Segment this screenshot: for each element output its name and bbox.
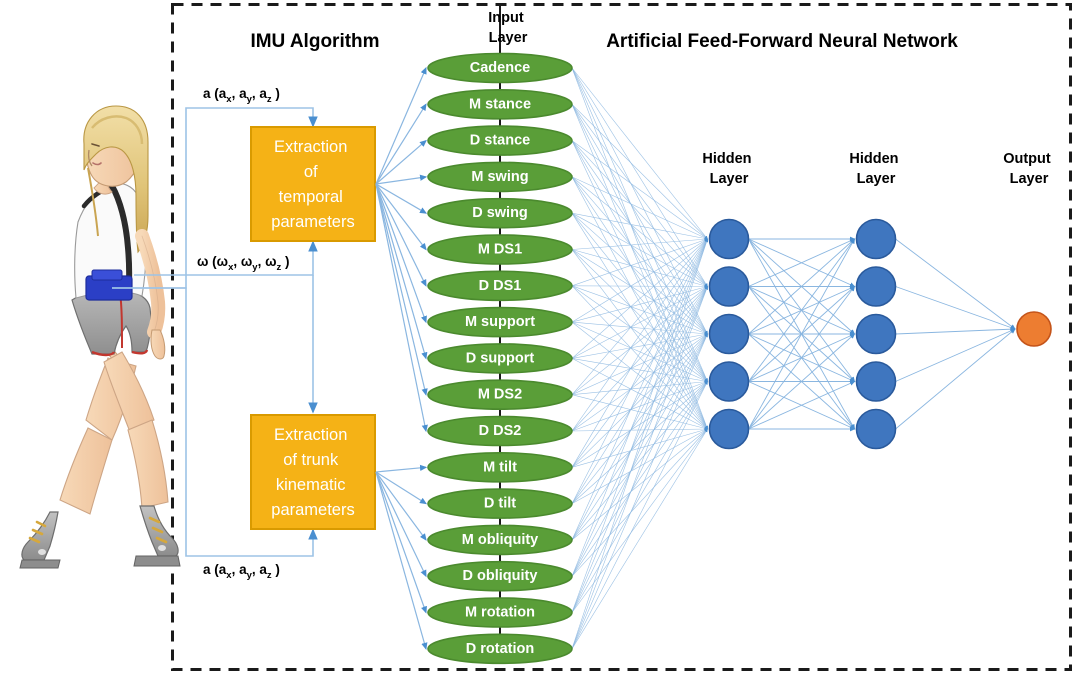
input-node-label: D tilt: [484, 496, 516, 512]
figure-canvas: IMU Algorithm Artificial Feed-Forward Ne…: [0, 0, 1084, 676]
edges-hidden1-to-hidden2: [748, 236, 856, 432]
input-node-label: D DS2: [479, 423, 522, 439]
input-node[interactable]: D swing: [427, 197, 573, 229]
input-node[interactable]: M stance: [427, 89, 573, 120]
input-node[interactable]: D stance: [427, 125, 573, 156]
input-node[interactable]: M support: [427, 306, 573, 338]
signal-label-accel-top: a (ax, ay, az ): [203, 86, 280, 105]
input-node[interactable]: Cadence: [427, 52, 573, 84]
input-node[interactable]: M swing: [427, 161, 573, 193]
input-node[interactable]: D rotation: [427, 633, 573, 665]
hidden-layer-1-node[interactable]: [708, 266, 750, 307]
svg-text:a (ax, ay, az ): a (ax, ay, az ): [203, 562, 280, 581]
input-node-label: M tilt: [483, 459, 517, 475]
input-node-label: M swing: [471, 169, 528, 185]
input-node-label: D rotation: [466, 641, 534, 657]
processing-box-temporal[interactable]: Extraction of temporal parameters: [250, 126, 376, 242]
hidden-layer-2-node[interactable]: [855, 266, 897, 307]
input-node[interactable]: D obliquity: [427, 560, 573, 592]
input-node-label: D DS1: [479, 278, 522, 294]
input-node-label: D obliquity: [463, 568, 538, 584]
edges-box-to-input: [375, 66, 428, 650]
hidden-layer-2-node[interactable]: [855, 218, 897, 260]
heading-imu-algorithm: IMU Algorithm: [250, 31, 379, 52]
output-node[interactable]: [1016, 311, 1052, 347]
input-node-label: D support: [466, 350, 535, 366]
input-node-label: Cadence: [470, 60, 530, 76]
edges-input-to-hidden1: [571, 67, 709, 649]
figure-border: [171, 3, 1072, 671]
signal-label-gyro: ω (ωx, ωy, ωz ): [197, 254, 289, 273]
input-node[interactable]: D DS2: [427, 415, 573, 447]
input-node[interactable]: M rotation: [427, 597, 573, 628]
label-hidden-layer-2: Hidden Layer: [849, 151, 902, 187]
input-node[interactable]: D support: [427, 343, 573, 374]
input-node[interactable]: D tilt: [427, 488, 573, 519]
svg-text:a (ax, ay, az ): a (ax, ay, az ): [203, 86, 280, 105]
processing-box-trunk[interactable]: Extraction of trunk kinematic parameters: [250, 414, 376, 530]
hidden-layer-1-node[interactable]: [708, 218, 750, 260]
input-node[interactable]: M obliquity: [427, 524, 573, 556]
heading-network: Artificial Feed-Forward Neural Network: [606, 31, 958, 52]
input-node-label: M DS1: [478, 242, 522, 258]
hidden-layer-1-node[interactable]: [708, 313, 750, 355]
hidden-layer-1-node[interactable]: [708, 408, 750, 450]
input-node-label: M obliquity: [462, 532, 539, 548]
signal-label-accel-bottom: a (ax, ay, az ): [203, 562, 280, 581]
neural-network-diagram: IMU Algorithm Artificial Feed-Forward Ne…: [19, 3, 1072, 671]
hidden-layer-2-node[interactable]: [855, 361, 897, 402]
hidden-layer-1-nodes: [708, 218, 750, 450]
walking-person-illustration: [19, 105, 181, 569]
input-node-label: D stance: [470, 133, 530, 149]
hidden-layer-2-nodes: [855, 218, 897, 450]
output-layer-nodes: [1016, 311, 1052, 347]
input-node-label: M stance: [469, 96, 531, 112]
input-node[interactable]: D DS1: [427, 270, 573, 302]
input-node-label: M rotation: [465, 605, 535, 621]
input-node[interactable]: M tilt: [427, 451, 573, 483]
label-hidden-layer-1: Hidden Layer: [702, 151, 755, 187]
input-node[interactable]: M DS1: [427, 234, 573, 265]
input-node-label: M support: [465, 314, 535, 330]
hidden-layer-2-node[interactable]: [855, 313, 897, 355]
input-layer-nodes: Cadence M stance D stance M swing D swing M D…: [427, 52, 573, 665]
hidden-layer-1-node[interactable]: [708, 361, 750, 402]
label-input-layer: Input Layer: [488, 10, 527, 46]
hidden-layer-2-node[interactable]: [855, 408, 897, 450]
boot-left: [19, 511, 61, 569]
edges-hidden2-to-output: [895, 238, 1016, 430]
input-node-label: M DS2: [478, 387, 522, 403]
input-node[interactable]: M DS2: [427, 379, 573, 411]
input-node-label: D swing: [472, 205, 528, 221]
svg-text:ω (ωx, ωy, ωz ): ω (ωx, ωy, ωz ): [197, 254, 289, 273]
label-output-layer: Output Layer: [1003, 151, 1055, 187]
